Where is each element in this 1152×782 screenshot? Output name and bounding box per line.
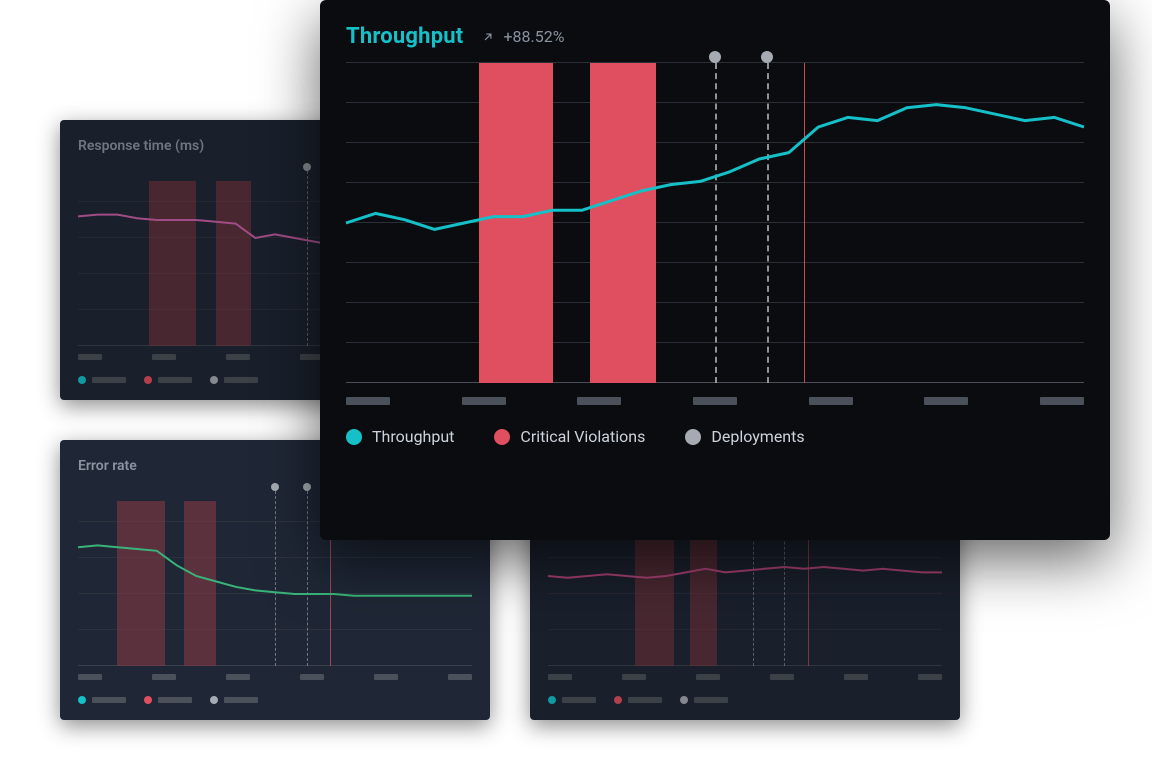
legend-label: Critical Violations [520,427,645,446]
dot-icon [144,376,152,384]
legend-item-deployments [680,696,728,704]
card-throughput: Throughput +88.52% Throughput Critical V… [320,0,1110,540]
legend-item-deployments [210,696,258,704]
dot-icon [78,696,86,704]
title-row: Throughput +88.52% [346,24,1084,49]
dot-icon [494,429,510,445]
legend-item-violations [144,376,192,384]
legend-item-series [548,696,596,704]
legend: Throughput Critical Violations Deploymen… [346,427,1084,446]
legend-item-violations[interactable]: Critical Violations [494,427,645,446]
legend-placeholder [158,697,192,703]
dot-icon [210,376,218,384]
legend-label: Deployments [711,427,804,446]
legend-item-throughput[interactable]: Throughput [346,427,454,446]
legend-placeholder [92,697,126,703]
x-ticks [346,397,1084,405]
legend-placeholder [628,697,662,703]
legend-item-violations [614,696,662,704]
legend-item-series [78,376,126,384]
dot-icon [685,429,701,445]
legend-item-violations [144,696,192,704]
dot-icon [614,696,622,704]
dot-icon [78,376,86,384]
big-plot[interactable] [346,63,1084,383]
chart-title: Throughput [346,24,463,49]
dashboard-stage: Response time (ms) Error rate Throughput [0,0,1152,782]
legend-placeholder [224,697,258,703]
legend-placeholder [92,377,126,383]
delta-value: +88.52% [503,27,564,46]
dot-icon [680,696,688,704]
dot-icon [346,429,362,445]
legend-item-deployments[interactable]: Deployments [685,427,804,446]
legend-item-series [78,696,126,704]
mini-legend [548,696,942,704]
legend-label: Throughput [372,427,454,446]
delta-badge: +88.52% [481,27,564,46]
legend-placeholder [224,377,258,383]
arrow-up-right-icon [481,30,495,44]
dot-icon [144,696,152,704]
dot-icon [548,696,556,704]
dot-icon [210,696,218,704]
legend-placeholder [694,697,728,703]
legend-item-deployments [210,376,258,384]
mini-legend [78,696,472,704]
legend-placeholder [562,697,596,703]
legend-placeholder [158,377,192,383]
